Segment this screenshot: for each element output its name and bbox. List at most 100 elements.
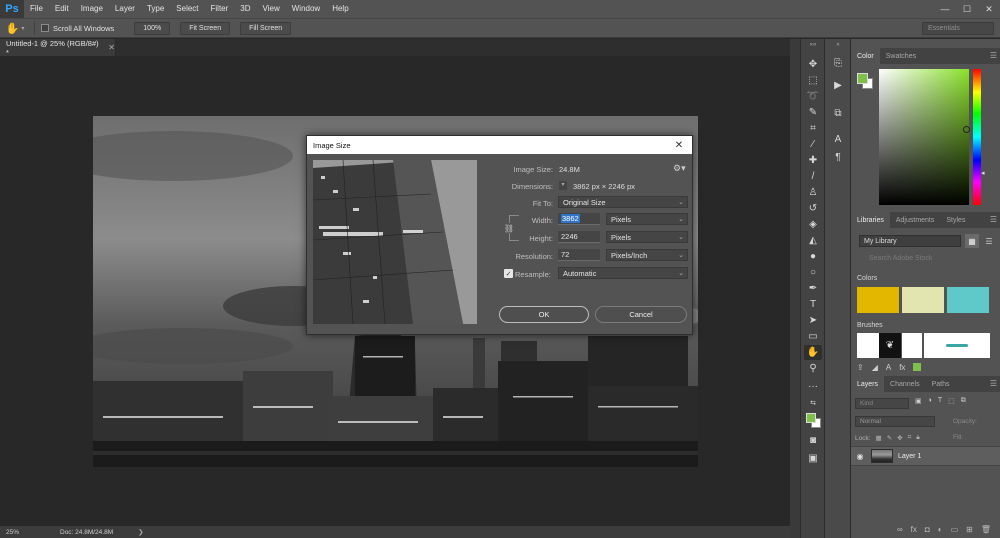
lock-position-icon[interactable]: ✥ (897, 434, 902, 442)
menu-window[interactable]: Window (286, 0, 326, 18)
foreground-color-swatch[interactable] (806, 413, 816, 423)
menu-filter[interactable]: Filter (205, 0, 235, 18)
character-panel-icon[interactable]: A (829, 131, 847, 147)
move-tool-icon[interactable]: ✥ (804, 57, 822, 72)
menu-layer[interactable]: Layer (109, 0, 141, 18)
grid-view-icon[interactable]: ▦ (965, 234, 979, 248)
library-brush-item[interactable] (924, 333, 990, 358)
menu-3d[interactable]: 3D (234, 0, 256, 18)
shape-filter-icon[interactable]: ⬚ (948, 397, 955, 405)
type-tool-icon[interactable]: T (804, 297, 822, 312)
swap-colors-icon[interactable]: ⇆ (804, 395, 822, 410)
document-tab[interactable]: Untitled-1 @ 25% (RGB/8#) * ✕ (0, 39, 116, 57)
fit-screen-button[interactable]: Fit Screen (180, 21, 231, 35)
blur-tool-icon[interactable]: ● (804, 249, 822, 264)
type-filter-icon[interactable]: T (938, 397, 942, 405)
menu-help[interactable]: Help (326, 0, 354, 18)
image-preview[interactable] (313, 160, 477, 324)
hand-tool-preset-icon[interactable]: ✋ ▾ (0, 19, 30, 37)
add-color-icon[interactable] (913, 363, 922, 371)
tab-channels[interactable]: Channels (884, 376, 926, 392)
layer-visibility-eye-icon[interactable]: ◉ (851, 452, 869, 461)
tab-layers[interactable]: Layers (851, 376, 885, 392)
lock-all-icon[interactable]: 🔒︎ (916, 434, 919, 442)
tab-adjustments[interactable]: Adjustments (890, 212, 941, 228)
close-window-button[interactable]: ✕ (978, 0, 1000, 18)
status-menu-arrow-icon[interactable]: ❯ (138, 528, 143, 536)
quick-selection-tool-icon[interactable]: ✎ (804, 105, 822, 120)
menu-edit[interactable]: Edit (49, 0, 75, 18)
libraries-panel-menu-icon[interactable]: ☰ (990, 215, 997, 224)
smart-object-filter-icon[interactable]: ⧉ (961, 397, 966, 405)
library-color-swatch[interactable] (902, 287, 944, 313)
fit-to-select[interactable]: Original Size ⌄ (558, 196, 688, 208)
new-adjustment-layer-icon[interactable]: ◐ (938, 525, 943, 534)
library-brush-item[interactable]: ❦ (879, 333, 901, 358)
hand-tool-icon[interactable]: ✋ (804, 345, 822, 360)
add-content-icon[interactable]: ⇪ (857, 363, 864, 372)
tab-swatches[interactable]: Swatches (880, 48, 922, 64)
resolution-unit-select[interactable]: Pixels/Inch ⌄ (606, 249, 688, 261)
crop-tool-icon[interactable]: ⌗ (804, 121, 822, 136)
library-brush-item[interactable] (857, 333, 879, 358)
menu-type[interactable]: Type (141, 0, 170, 18)
minimize-button[interactable]: — (934, 0, 956, 18)
lock-artboard-icon[interactable]: ⌗ (908, 434, 912, 442)
scroll-all-windows-checkbox[interactable] (41, 24, 49, 32)
width-unit-select[interactable]: Pixels ⌄ (606, 213, 688, 225)
add-character-style-icon[interactable]: A (886, 363, 891, 372)
zoom-100-button[interactable]: 100% (134, 21, 171, 35)
layer-filter-select[interactable]: Kind (855, 398, 909, 409)
menu-file[interactable]: File (24, 0, 49, 18)
zoom-level-field[interactable]: 25% (0, 529, 40, 536)
hue-slider[interactable] (973, 69, 981, 205)
lock-image-icon[interactable]: ✎ (887, 434, 892, 442)
menu-view[interactable]: View (257, 0, 286, 18)
history-brush-tool-icon[interactable]: ↺ (804, 201, 822, 216)
blend-mode-select[interactable]: Normal (855, 416, 935, 427)
layers-panel-menu-icon[interactable]: ☰ (990, 379, 997, 388)
clone-stamp-tool-icon[interactable]: ♙ (804, 185, 822, 200)
pixel-filter-icon[interactable]: ▣ (915, 397, 922, 405)
add-mask-icon[interactable]: ◘ (925, 525, 930, 534)
add-effects-icon[interactable]: fx (899, 363, 905, 372)
tab-styles[interactable]: Styles (940, 212, 971, 228)
library-color-swatch[interactable] (947, 287, 989, 313)
new-layer-icon[interactable]: ⊞ (966, 525, 973, 534)
resample-select[interactable]: Automatic ⌄ (558, 267, 688, 279)
eraser-tool-icon[interactable]: ◈ (804, 217, 822, 232)
tab-paths[interactable]: Paths (926, 376, 956, 392)
dialog-title-bar[interactable]: Image Size ✕ (307, 136, 692, 154)
paragraph-panel-icon[interactable]: ¶ (829, 149, 847, 165)
menu-select[interactable]: Select (170, 0, 204, 18)
collapse-dock-icon[interactable]: « (829, 41, 847, 49)
layer-style-icon[interactable]: fx (911, 525, 917, 534)
new-group-icon[interactable]: ▭ (951, 525, 959, 534)
history-panel-icon[interactable]: ⎘ (829, 55, 847, 71)
collapse-tools-icon[interactable]: «« (804, 41, 822, 49)
close-icon[interactable]: ✕ (672, 137, 686, 153)
color-picker-field[interactable] (879, 69, 970, 205)
hue-slider-marker-icon[interactable]: ◂ (981, 169, 985, 177)
path-selection-tool-icon[interactable]: ➤ (804, 313, 822, 328)
resolution-input[interactable]: 72 (558, 249, 600, 261)
rectangle-tool-icon[interactable]: ▭ (804, 329, 822, 344)
quick-mask-icon[interactable]: ◙ (804, 433, 822, 448)
screen-mode-icon[interactable]: ▣ (804, 451, 822, 466)
height-input[interactable]: 2246 (558, 231, 600, 243)
stock-search-input[interactable]: Search Adobe Stock (859, 252, 999, 264)
height-unit-select[interactable]: Pixels ⌄ (606, 231, 688, 243)
color-panel-menu-icon[interactable]: ☰ (990, 51, 997, 60)
menu-image[interactable]: Image (75, 0, 109, 18)
add-graphic-icon[interactable]: ◢ (872, 363, 878, 372)
list-view-icon[interactable]: ☰ (982, 234, 996, 248)
paint-bucket-tool-icon[interactable]: ◭ (804, 233, 822, 248)
delete-layer-icon[interactable]: 🗑︎ (981, 525, 991, 534)
lasso-tool-icon[interactable]: ➰ (804, 89, 822, 104)
library-brush-item[interactable] (902, 333, 922, 358)
resample-checkbox[interactable]: ✓ (504, 269, 513, 278)
more-tools-icon[interactable]: ··· (804, 379, 822, 394)
color-picker-cursor[interactable] (963, 126, 970, 133)
lock-transparent-icon[interactable]: ▦ (876, 434, 882, 442)
properties-panel-icon[interactable]: ⧉ (829, 105, 847, 121)
